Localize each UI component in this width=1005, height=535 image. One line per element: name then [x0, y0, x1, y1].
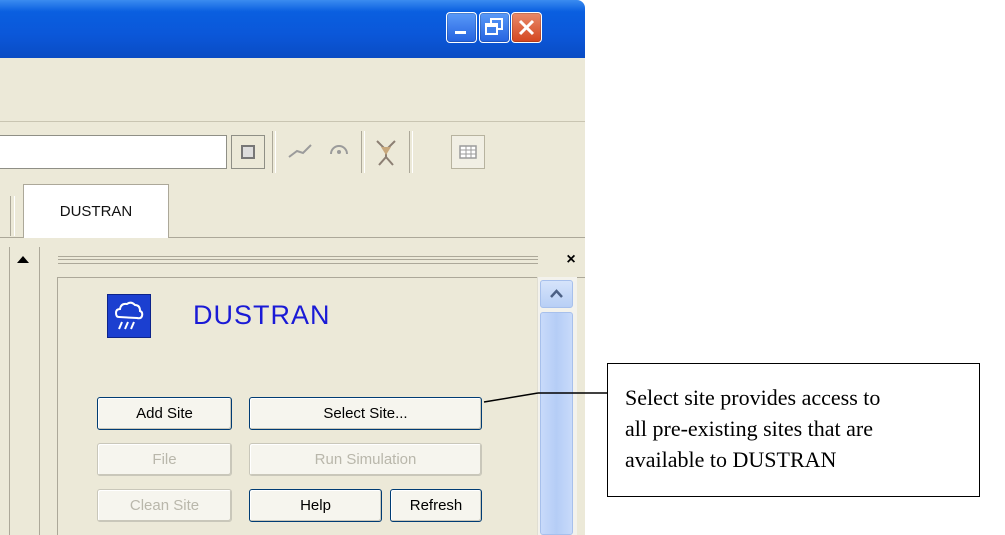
callout-box: Select site provides access to all pre-e… [607, 363, 980, 497]
callout-line-1: Select site provides access to [625, 385, 881, 410]
callout-line-2: all pre-existing sites that are [625, 416, 874, 441]
callout-line-3: available to DUSTRAN [625, 447, 837, 472]
